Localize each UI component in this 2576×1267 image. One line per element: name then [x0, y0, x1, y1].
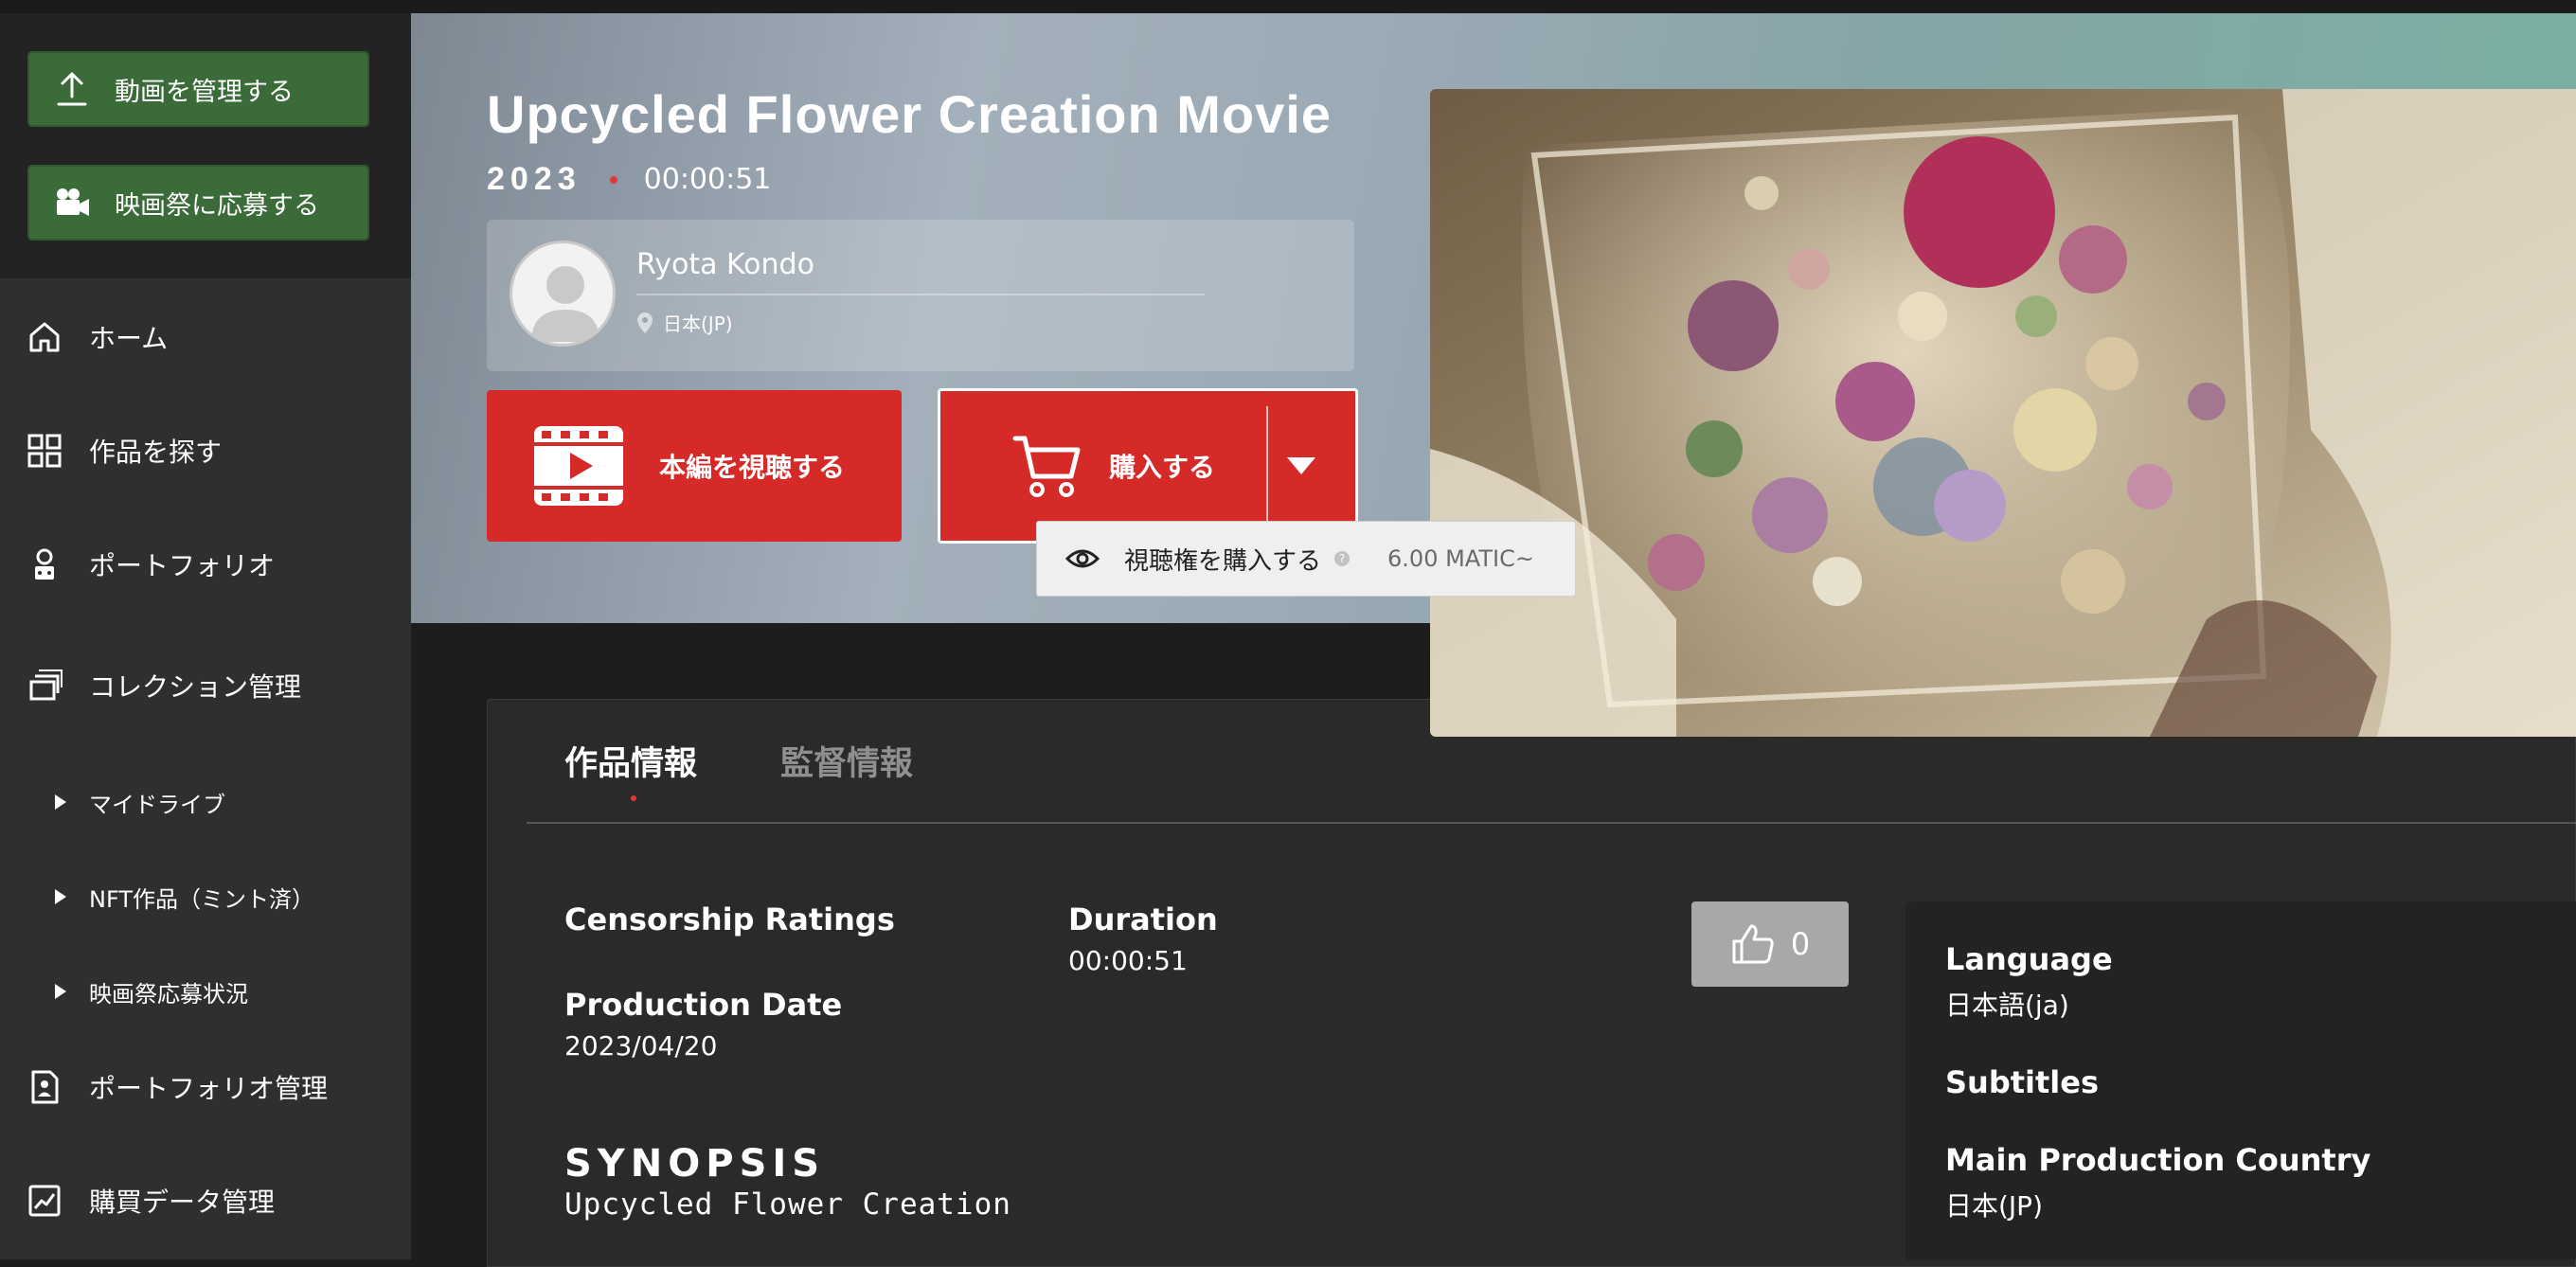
purchase-dropdown-item[interactable]: 視聴権 を購入する ? 6.00 MATIC~	[1036, 521, 1576, 597]
sidebar-subitem-nft[interactable]: NFT作品（ミント済）	[55, 873, 314, 920]
tab-director-info[interactable]: 監督情報	[780, 737, 913, 785]
movie-title: Upcycled Flower Creation Movie	[487, 84, 1332, 144]
buy-label: 購入する	[1109, 452, 1216, 483]
location-pin-icon	[636, 312, 653, 334]
caret-right-icon	[55, 889, 66, 904]
divider	[636, 294, 1205, 295]
censorship-label: Censorship Ratings	[564, 901, 895, 937]
cart-icon	[1012, 433, 1081, 499]
button-divider	[1266, 406, 1268, 527]
sidebar-item-portfolio-manage[interactable]: ポートフォリオ管理	[0, 1059, 411, 1115]
caret-right-icon	[55, 984, 66, 999]
sidebar-item-label: 購買データ管理	[89, 1187, 276, 1218]
movie-meta: 2023 00:00:51	[487, 161, 771, 198]
video-camera-icon	[29, 187, 115, 219]
chart-icon	[0, 1182, 89, 1220]
eye-icon	[1065, 547, 1100, 570]
manage-videos-button[interactable]: 動画を管理する	[27, 51, 369, 127]
movie-duration: 00:00:51	[643, 163, 772, 196]
sidebar-item-collection[interactable]: コレクション管理	[0, 657, 411, 714]
sidebar-item-portfolio[interactable]: ポートフォリオ	[0, 536, 411, 593]
sidebar-subitem-label: マイドライブ	[89, 791, 225, 818]
author-card[interactable]: Ryota Kondo 日本(JP)	[487, 220, 1354, 371]
tab-work-info[interactable]: 作品情報	[564, 737, 697, 785]
production-country-value: 日本(JP)	[1945, 1190, 2043, 1222]
duration-label: Duration	[1068, 901, 1218, 937]
sidebar-item-home[interactable]: ホーム	[0, 309, 411, 366]
sidebar-subitem-label: 映画祭応募状況	[89, 980, 248, 1008]
manage-videos-label: 動画を管理する	[115, 77, 294, 107]
chevron-down-icon[interactable]	[1287, 457, 1315, 474]
sidebar-item-label: コレクション管理	[89, 671, 302, 703]
dropdown-item-text: を購入する	[1198, 546, 1322, 576]
thumbs-up-icon	[1730, 922, 1776, 966]
sidebar-item-label: ホーム	[89, 323, 169, 354]
subtitles-label: Subtitles	[1945, 1064, 2100, 1100]
sidebar: 動画を管理する 映画祭に応募する ホーム 作品を探す ポートフォリオ コレクショ…	[0, 13, 411, 1259]
author-location: 日本(JP)	[636, 309, 733, 336]
home-icon	[0, 318, 89, 356]
film-play-icon	[534, 426, 623, 506]
top-bar	[0, 0, 2576, 13]
separator-dot	[609, 175, 617, 184]
author-location-label: 日本(JP)	[663, 312, 733, 335]
sidebar-subitem-my-drive[interactable]: マイドライブ	[55, 778, 225, 826]
production-date-value: 2023/04/20	[564, 1030, 718, 1062]
active-tab-indicator	[631, 795, 636, 801]
language-value: 日本語(ja)	[1945, 990, 2069, 1021]
dropdown-item-bold: 視聴権	[1124, 546, 1199, 576]
collection-icon	[0, 667, 89, 705]
sidebar-item-explore[interactable]: 作品を探す	[0, 422, 411, 479]
sidebar-subitem-label: NFT作品（ミント済）	[89, 885, 314, 913]
sidebar-item-label: ポートフォリオ	[89, 550, 276, 581]
like-button[interactable]: 0	[1691, 901, 1849, 987]
synopsis-heading: SYNOPSIS	[564, 1142, 826, 1186]
movie-poster-image	[1430, 89, 2576, 737]
duration-value: 00:00:51	[1068, 945, 1188, 976]
avatar	[510, 241, 616, 347]
portfolio-icon	[0, 545, 89, 583]
production-country-label: Main Production Country	[1945, 1142, 2371, 1178]
document-icon	[0, 1068, 89, 1106]
help-icon[interactable]: ?	[1334, 551, 1351, 566]
grid-icon	[0, 432, 89, 470]
caret-right-icon	[55, 794, 66, 810]
sidebar-item-purchase-data[interactable]: 購買データ管理	[0, 1172, 411, 1229]
sidebar-subitem-festival-status[interactable]: 映画祭応募状況	[55, 968, 248, 1015]
tab-divider	[527, 822, 2576, 824]
upload-icon	[29, 70, 115, 108]
apply-festival-label: 映画祭に応募する	[115, 190, 319, 221]
sidebar-item-label: 作品を探す	[89, 437, 223, 468]
sidebar-item-label: ポートフォリオ管理	[89, 1073, 329, 1104]
price-label: 6.00 MATIC~	[1387, 545, 1534, 572]
language-label: Language	[1945, 941, 2113, 977]
production-date-label: Production Date	[564, 987, 843, 1023]
watch-movie-button[interactable]: 本編を視聴する	[487, 390, 902, 542]
apply-festival-button[interactable]: 映画祭に応募する	[27, 165, 369, 241]
like-count: 0	[1790, 926, 1811, 962]
watch-movie-label: 本編を視聴する	[659, 452, 846, 483]
author-name[interactable]: Ryota Kondo	[636, 248, 814, 281]
synopsis-text: Upcycled Flower Creation	[564, 1187, 1011, 1222]
movie-year: 2023	[487, 161, 581, 197]
